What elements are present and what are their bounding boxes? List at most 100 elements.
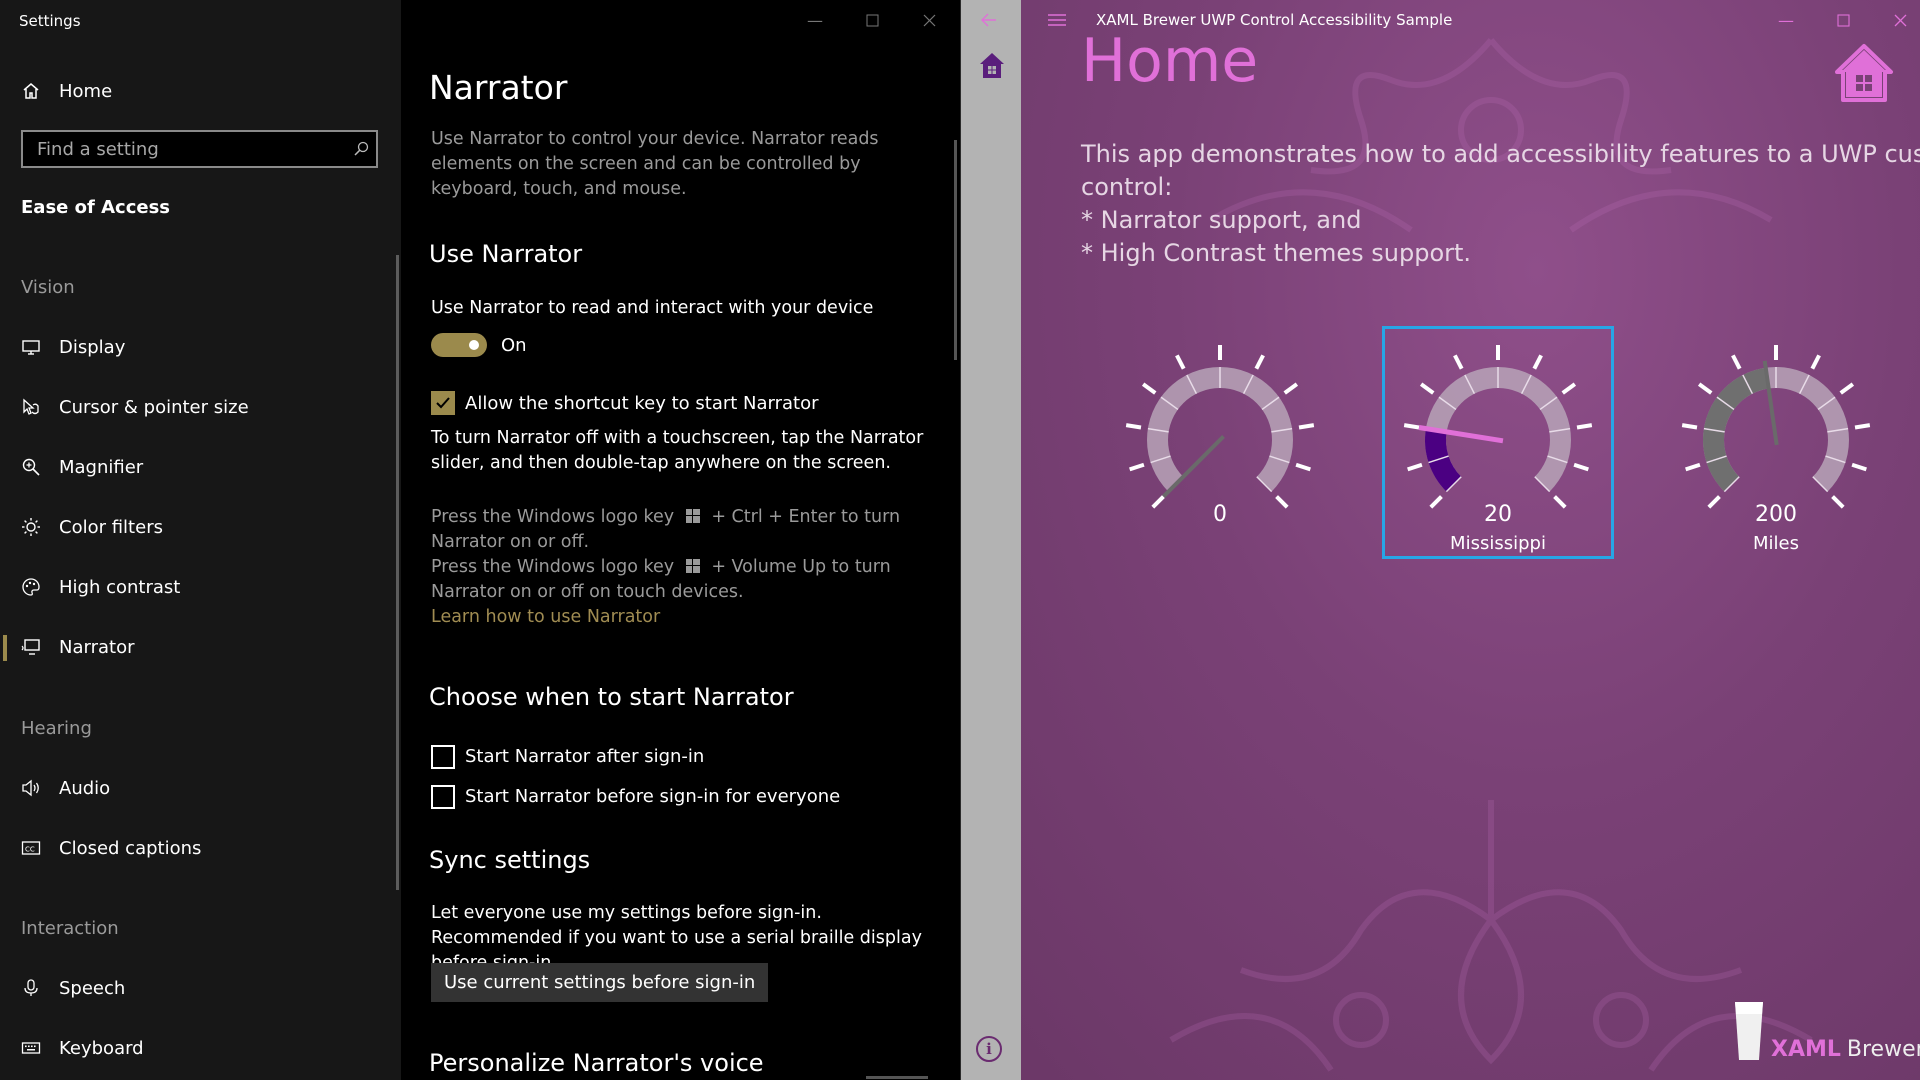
nav-closed-captions[interactable]: CC Closed captions [0, 822, 395, 874]
close-icon [923, 14, 935, 26]
magnifier-icon [20, 456, 42, 478]
svg-text:CC: CC [25, 846, 35, 854]
app-maximize-button[interactable] [1823, 8, 1863, 32]
search-icon[interactable] [346, 141, 376, 157]
gauge-outer-tick [1125, 423, 1142, 430]
gauge-outer-tick [1851, 462, 1867, 472]
windows-logo-icon [685, 509, 700, 523]
content-scrollbar[interactable] [954, 140, 957, 360]
horizontal-scrollbar[interactable] [866, 1076, 928, 1079]
toggle-knob [469, 340, 479, 350]
nav-home-label: Home [59, 80, 113, 102]
app-minimize-button[interactable]: — [1766, 8, 1806, 32]
description-line: This app demonstrates how to add accessi… [1081, 140, 1920, 168]
search-input[interactable] [23, 137, 346, 161]
group-hearing: Hearing [21, 718, 92, 739]
checkmark-icon [436, 397, 450, 409]
gauge-outer-tick [1839, 382, 1855, 395]
after-signin-checkbox[interactable] [431, 745, 455, 769]
sample-app-window: i XAML Brewer UWP Control Accessibility … [961, 0, 1920, 1080]
use-narrator-label: Use Narrator to read and interact with y… [431, 298, 874, 318]
gauge-outer-tick [1175, 354, 1186, 370]
hamburger-button[interactable] [1037, 8, 1077, 32]
close-icon [1894, 14, 1906, 26]
nav-keyboard[interactable]: Keyboard [0, 1022, 395, 1074]
gauge-outer-tick [1254, 354, 1265, 370]
nav-color-filters-label: Color filters [59, 516, 163, 538]
description-line: * Narrator support, and [1081, 206, 1362, 234]
sync-heading: Sync settings [429, 846, 591, 874]
captions-icon: CC [20, 837, 42, 859]
settings-content-pane: — Narrator Use Narrator to control your … [401, 0, 960, 1080]
before-signin-checkbox[interactable] [431, 785, 455, 809]
nav-closed-captions-label: Closed captions [59, 837, 202, 859]
focus-rectangle [1382, 326, 1614, 559]
group-vision: Vision [21, 277, 75, 298]
press1-c: Narrator on or off. [431, 532, 590, 552]
hamburger-icon [1048, 14, 1066, 26]
app-sidebar [961, 0, 1021, 1080]
sidebar-home-button[interactable] [978, 51, 1006, 85]
nav-narrator[interactable]: Narrator [0, 621, 395, 673]
back-arrow-icon [981, 13, 996, 27]
use-narrator-heading: Use Narrator [429, 240, 583, 268]
group-interaction: Interaction [21, 918, 119, 939]
gauge-outer-tick [1731, 354, 1742, 370]
close-button[interactable] [909, 8, 949, 32]
keyboard-icon [20, 1037, 42, 1059]
maximize-button[interactable] [852, 8, 892, 32]
info-icon[interactable]: i [976, 1036, 1002, 1062]
palette-icon [20, 576, 42, 598]
gauge-distance-zero[interactable]: 0 [1100, 320, 1340, 560]
gauge-outer-tick [1810, 354, 1821, 370]
touch-instructions: To turn Narrator off with a touchscreen,… [431, 428, 924, 473]
before-signin-label: Start Narrator before sign-in for everyo… [465, 786, 841, 807]
press2-b: + Volume Up to turn [711, 557, 891, 577]
shortcut-checkbox[interactable] [431, 391, 455, 415]
beer-glass-icon [1735, 1002, 1763, 1060]
nav-cursor[interactable]: Cursor & pointer size [0, 381, 395, 433]
brand-rest: Brewer [1846, 1037, 1920, 1062]
nav-cursor-label: Cursor & pointer size [59, 396, 249, 418]
shortcut-instructions: Press the Windows logo key + Ctrl + Ente… [431, 505, 951, 630]
nav-display-label: Display [59, 336, 126, 358]
nav-high-contrast[interactable]: High contrast [0, 561, 395, 613]
nav-magnifier[interactable]: Magnifier [0, 441, 395, 493]
nav-speech[interactable]: Speech [0, 962, 395, 1014]
narrator-intro: Use Narrator to control your device. Nar… [431, 129, 879, 199]
press2-c: Narrator on or off on touch devices. [431, 582, 744, 602]
nav-home[interactable]: Home [0, 65, 395, 117]
section-title: Ease of Access [21, 197, 171, 218]
learn-narrator-link[interactable]: Learn how to use Narrator [431, 605, 951, 630]
nav-scrollbar[interactable] [396, 255, 399, 890]
monitor-icon [20, 336, 42, 358]
nav-speech-label: Speech [59, 977, 126, 999]
maximize-icon [866, 14, 878, 26]
nav-color-filters[interactable]: Color filters [0, 501, 395, 553]
nav-audio-label: Audio [59, 777, 111, 799]
nav-keyboard-label: Keyboard [59, 1037, 144, 1059]
microphone-icon [20, 977, 42, 999]
nav-magnifier-label: Magnifier [59, 456, 144, 478]
nav-display[interactable]: Display [0, 321, 395, 373]
settings-nav-pane: Settings Home Ease of Access Vision Disp… [0, 0, 401, 1080]
gauge-value: 200 [1755, 502, 1797, 527]
gauge-miles[interactable]: 200 Miles [1656, 320, 1896, 560]
press1-b: + Ctrl + Enter to turn [711, 507, 901, 527]
nav-audio[interactable]: Audio [0, 762, 395, 814]
windows-logo-icon [685, 559, 700, 573]
search-box[interactable] [21, 130, 378, 168]
back-button[interactable] [969, 8, 1009, 32]
narrator-toggle[interactable] [431, 333, 487, 357]
home-icon [980, 53, 1004, 78]
xaml-brewer-logo: XAML Brewer [1733, 1000, 1920, 1062]
minimize-button[interactable]: — [795, 8, 835, 32]
settings-app-title: Settings [19, 12, 81, 30]
app-close-button[interactable] [1880, 8, 1920, 32]
description-line: * High Contrast themes support. [1081, 239, 1472, 267]
voice-heading: Personalize Narrator's voice [429, 1049, 764, 1077]
nav-high-contrast-label: High contrast [59, 576, 181, 598]
use-current-settings-button[interactable]: Use current settings before sign-in [431, 963, 769, 1002]
gauge-outer-tick [1295, 462, 1311, 472]
header-home-icon [1832, 42, 1896, 108]
